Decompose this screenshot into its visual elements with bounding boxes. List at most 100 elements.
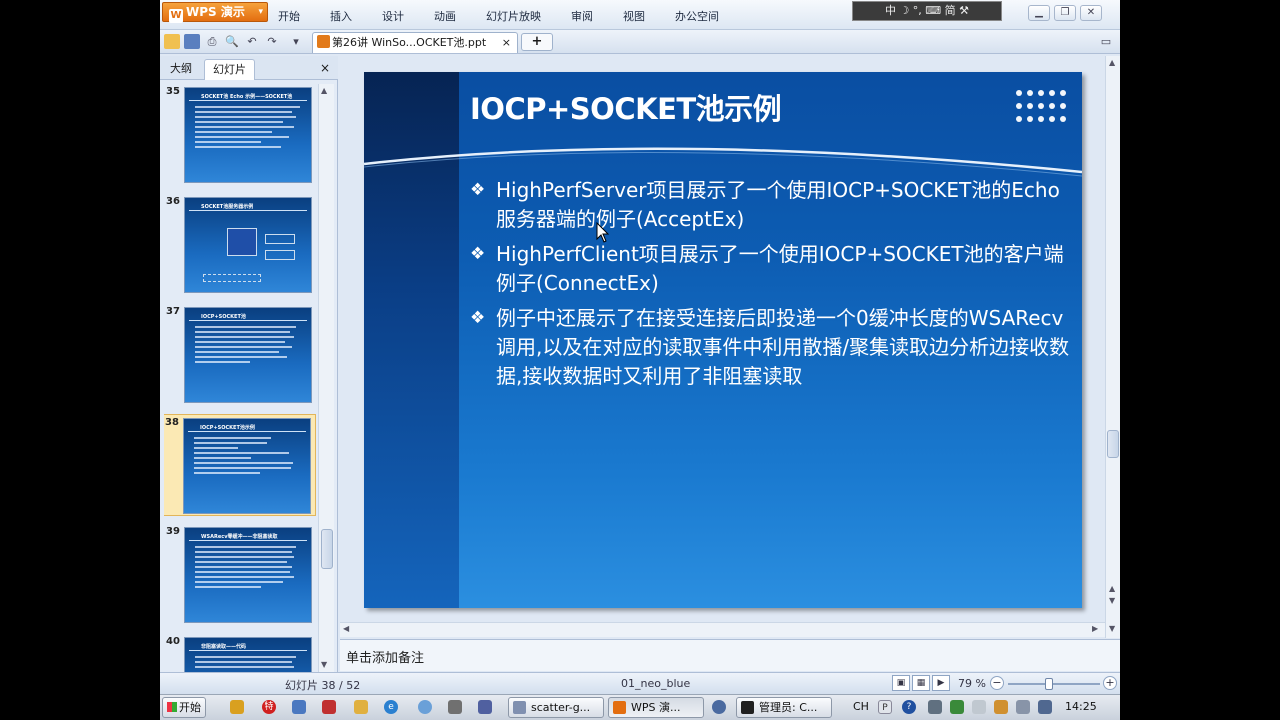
zoom-in-icon[interactable]: + xyxy=(1103,676,1117,690)
minimize-icon[interactable]: ▁ xyxy=(1028,5,1050,21)
quicklaunch-folder-icon[interactable] xyxy=(354,700,368,714)
scrollbar-thumb[interactable] xyxy=(1107,430,1119,458)
menu-view[interactable]: 视图 xyxy=(623,8,645,24)
menu-review[interactable]: 审阅 xyxy=(571,8,593,24)
menu-home[interactable]: 开始 xyxy=(278,8,300,24)
thumbnail-title: 非阻塞读取——代码 xyxy=(201,644,247,650)
taskbar-item[interactable]: 管理员: C... xyxy=(736,697,832,718)
notes-pane[interactable]: 单击添加备注 xyxy=(340,639,1120,671)
tray-volume-icon[interactable] xyxy=(1016,700,1030,714)
thumbnail-slide-37[interactable]: 37 IOCP+SOCKET池 xyxy=(164,304,316,406)
normal-view-icon[interactable]: ▣ xyxy=(892,675,910,691)
thumbnail-slide-40[interactable]: 40 非阻塞读取——代码 xyxy=(164,634,316,672)
slide-bullet-list[interactable]: ❖ HighPerfServer项目展示了一个使用IOCP+SOCKET池的Ec… xyxy=(470,176,1070,397)
open-folder-icon[interactable] xyxy=(164,34,180,49)
quicklaunch-pdf-icon[interactable] xyxy=(322,700,336,714)
quicklaunch-explorer-icon[interactable] xyxy=(448,700,462,714)
scroll-up-icon[interactable]: ▲ xyxy=(321,86,327,95)
thumbnail-slide-39[interactable]: 39 WSARecv零缓冲——非阻塞读取 xyxy=(164,524,316,626)
toolbar-dropdown-icon[interactable]: ▾ xyxy=(288,34,304,49)
slide-title[interactable]: IOCP+SOCKET池示例 xyxy=(470,86,782,128)
scroll-right-icon[interactable]: ▶ xyxy=(1092,624,1098,633)
scroll-down-icon[interactable]: ▼ xyxy=(1109,624,1115,633)
menu-office-space[interactable]: 办公空间 xyxy=(675,8,719,24)
new-tab-button[interactable]: + xyxy=(521,33,553,51)
taskbar-item[interactable]: scatter-g... xyxy=(508,697,604,718)
zoom-slider-handle[interactable] xyxy=(1045,678,1054,690)
thumbnail-title: IOCP+SOCKET池 xyxy=(201,314,246,320)
zoom-out-icon[interactable]: − xyxy=(990,676,1004,690)
dot xyxy=(1038,103,1044,109)
chevron-down-icon: ▾ xyxy=(258,7,263,17)
save-icon[interactable] xyxy=(184,34,200,49)
quicklaunch-media-icon[interactable] xyxy=(478,700,492,714)
thumbnail-number: 40 xyxy=(166,636,180,647)
thumbnail-preview: SOCKET池 Echo 示例——SOCKET池 xyxy=(184,87,312,183)
thumbnail-title: IOCP+SOCKET池示例 xyxy=(200,425,255,431)
vertical-scrollbar[interactable]: ▲ ▲ ▼ ▼ xyxy=(1105,56,1120,638)
zoom-slider-track[interactable] xyxy=(1008,683,1100,685)
menu-design[interactable]: 设计 xyxy=(382,8,404,24)
tray-app-icon[interactable] xyxy=(928,700,942,714)
taskbar-item-active[interactable]: WPS 演... xyxy=(608,697,704,718)
dot xyxy=(1060,90,1066,96)
scroll-down-icon[interactable]: ▼ xyxy=(321,660,327,669)
quicklaunch-security-icon[interactable]: 特 xyxy=(262,700,276,714)
help-icon[interactable]: ? xyxy=(902,700,916,714)
menu-insert[interactable]: 插入 xyxy=(330,8,352,24)
undo-icon[interactable]: ↶ xyxy=(244,34,260,49)
dot xyxy=(1049,90,1055,96)
tray-network-icon[interactable] xyxy=(950,700,964,714)
next-slide-icon[interactable]: ▼ xyxy=(1109,596,1115,605)
thumbnail-preview: 非阻塞读取——代码 xyxy=(184,637,312,672)
quicklaunch-tool-icon[interactable] xyxy=(230,700,244,714)
thumbnail-title: SOCKET池服务器示例 xyxy=(201,204,254,210)
document-tab[interactable]: 第26讲 WinSo...OCKET池.ppt × xyxy=(312,32,518,53)
thumbnail-slide-35[interactable]: 35 SOCKET池 Echo 示例——SOCKET池 xyxy=(164,84,316,186)
tray-monitor-icon[interactable] xyxy=(1038,700,1052,714)
thumbnail-number: 39 xyxy=(166,526,180,537)
quicklaunch-search-icon[interactable] xyxy=(418,700,432,714)
close-panel-icon[interactable]: × xyxy=(320,61,330,75)
slideshow-view-icon[interactable]: ▶ xyxy=(932,675,950,691)
menu-animation[interactable]: 动画 xyxy=(434,8,456,24)
close-tab-icon[interactable]: × xyxy=(502,33,511,52)
clock[interactable]: 14:25 xyxy=(1065,700,1097,713)
ime-tray-icon[interactable]: P xyxy=(878,700,892,714)
slide-sorter-icon[interactable]: ▦ xyxy=(912,675,930,691)
language-indicator[interactable]: CH xyxy=(853,700,869,713)
menu-slideshow[interactable]: 幻灯片放映 xyxy=(486,8,541,24)
tray-warning-icon[interactable] xyxy=(994,700,1008,714)
thumbnail-preview: IOCP+SOCKET池 xyxy=(184,307,312,403)
bullet-text: 例子中还展示了在接受连接后即投递一个0缓冲长度的WSARecv调用,以及在对应的… xyxy=(496,306,1070,388)
tray-device-icon[interactable] xyxy=(972,700,986,714)
print-icon[interactable]: ⎙ xyxy=(204,34,220,49)
zoom-level[interactable]: 79 % xyxy=(958,677,986,690)
scroll-left-icon[interactable]: ◀ xyxy=(343,624,349,633)
bullet-item: ❖ HighPerfServer项目展示了一个使用IOCP+SOCKET池的Ec… xyxy=(470,176,1070,234)
thumbnail-slide-38[interactable]: 38 IOCP+SOCKET池示例 xyxy=(164,414,316,516)
letterbox-left xyxy=(0,0,160,720)
dot-grid-icon xyxy=(1016,90,1068,128)
quicklaunch-ie-icon[interactable]: e xyxy=(384,700,398,714)
previous-slide-icon[interactable]: ▲ xyxy=(1109,584,1115,593)
taskbar-globe-icon[interactable] xyxy=(712,700,726,714)
horizontal-scrollbar[interactable]: ◀ ▶ xyxy=(340,622,1105,637)
thumbnail-scrollbar[interactable]: ▲ ▼ xyxy=(318,84,334,672)
close-icon[interactable]: ✕ xyxy=(1080,5,1102,21)
quicklaunch-desktop-icon[interactable] xyxy=(292,700,306,714)
restore-icon[interactable]: ❐ xyxy=(1054,5,1076,21)
slide-canvas[interactable]: IOCP+SOCKET池示例 ❖ HighPerfServer项目展示了一个使用… xyxy=(364,72,1082,608)
thumbnail-slide-36[interactable]: 36 SOCKET池服务器示例 xyxy=(164,194,316,296)
ime-toolbar[interactable]: 中 ☽ °, ⌨ 简 ⚒ xyxy=(852,1,1002,21)
tab-slides[interactable]: 幻灯片 xyxy=(204,59,255,80)
scroll-up-icon[interactable]: ▲ xyxy=(1109,58,1115,67)
scrollbar-thumb[interactable] xyxy=(321,529,333,569)
slide-thumbnail-panel: 大纲 幻灯片 × 35 SOCKET池 Echo 示例——SOCKET池 36 … xyxy=(160,56,338,672)
redo-icon[interactable]: ↷ xyxy=(264,34,280,49)
start-button[interactable]: 开始 xyxy=(162,697,206,718)
ribbon-toggle-icon[interactable]: ▭ xyxy=(1098,34,1114,49)
wps-app-menu-button[interactable]: W WPS 演示 ▾ xyxy=(162,2,268,23)
print-preview-icon[interactable]: 🔍 xyxy=(224,34,240,49)
tab-outline[interactable]: 大纲 xyxy=(162,59,200,80)
